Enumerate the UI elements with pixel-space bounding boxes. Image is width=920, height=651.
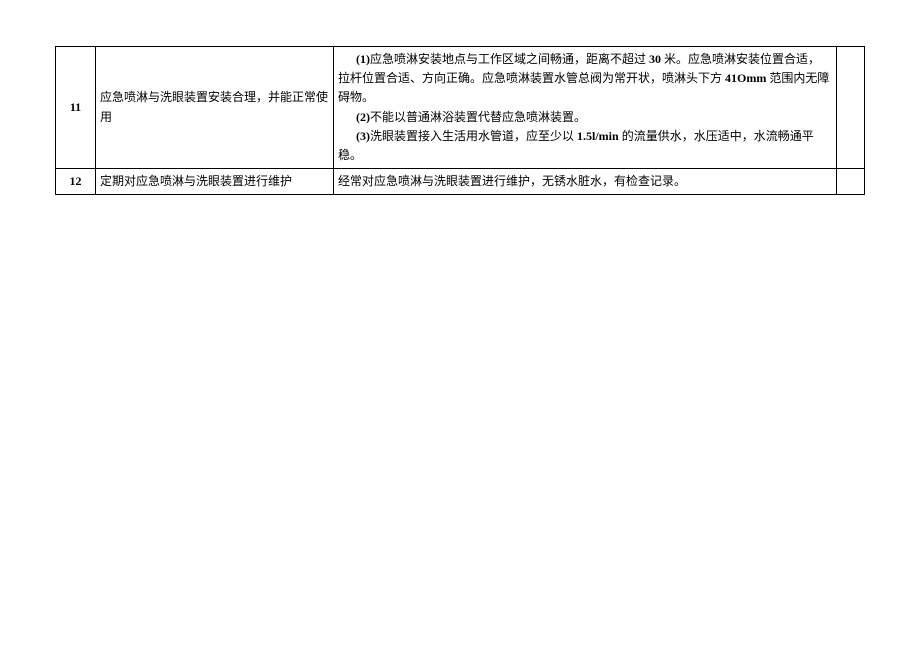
desc-text: 应急喷淋安装地点与工作区域之间畅通，距离不超过: [370, 52, 649, 66]
row-number: 11: [56, 47, 96, 169]
item-label: (1): [356, 52, 370, 66]
item-label: (2): [356, 110, 370, 124]
empty-cell: [837, 47, 865, 169]
desc-text: 不能以普通淋浴装置代替应急喷淋装置。: [370, 110, 586, 124]
row-item: 定期对应急喷淋与洗眼装置进行维护: [96, 169, 334, 195]
row-description: 经常对应急喷淋与洗眼装置进行维护，无锈水脏水，有检查记录。: [334, 169, 837, 195]
table-row: 12 定期对应急喷淋与洗眼装置进行维护 经常对应急喷淋与洗眼装置进行维护，无锈水…: [56, 169, 865, 195]
item-label: (3): [356, 129, 370, 143]
safety-requirements-table: 11 应急喷淋与洗眼装置安装合理，并能正常使用 (1)应急喷淋安装地点与工作区域…: [55, 46, 865, 195]
desc-paragraph: (3)洗眼装置接入生活用水管道，应至少以 1.5l/min 的流量供水，水压适中…: [338, 127, 832, 165]
row-number: 12: [56, 169, 96, 195]
row-description: (1)应急喷淋安装地点与工作区域之间畅通，距离不超过 30 米。应急喷淋安装位置…: [334, 47, 837, 169]
empty-cell: [837, 169, 865, 195]
desc-paragraph: (1)应急喷淋安装地点与工作区域之间畅通，距离不超过 30 米。应急喷淋安装位置…: [338, 50, 832, 108]
highlight-value: 30: [649, 52, 661, 66]
desc-paragraph: (2)不能以普通淋浴装置代替应急喷淋装置。: [338, 108, 832, 127]
row-item: 应急喷淋与洗眼装置安装合理，并能正常使用: [96, 47, 334, 169]
desc-text: 洗眼装置接入生活用水管道，应至少以: [370, 129, 577, 143]
highlight-value: 1.5l/min: [577, 129, 619, 143]
highlight-value: 41Omm: [725, 71, 766, 85]
table-row: 11 应急喷淋与洗眼装置安装合理，并能正常使用 (1)应急喷淋安装地点与工作区域…: [56, 47, 865, 169]
